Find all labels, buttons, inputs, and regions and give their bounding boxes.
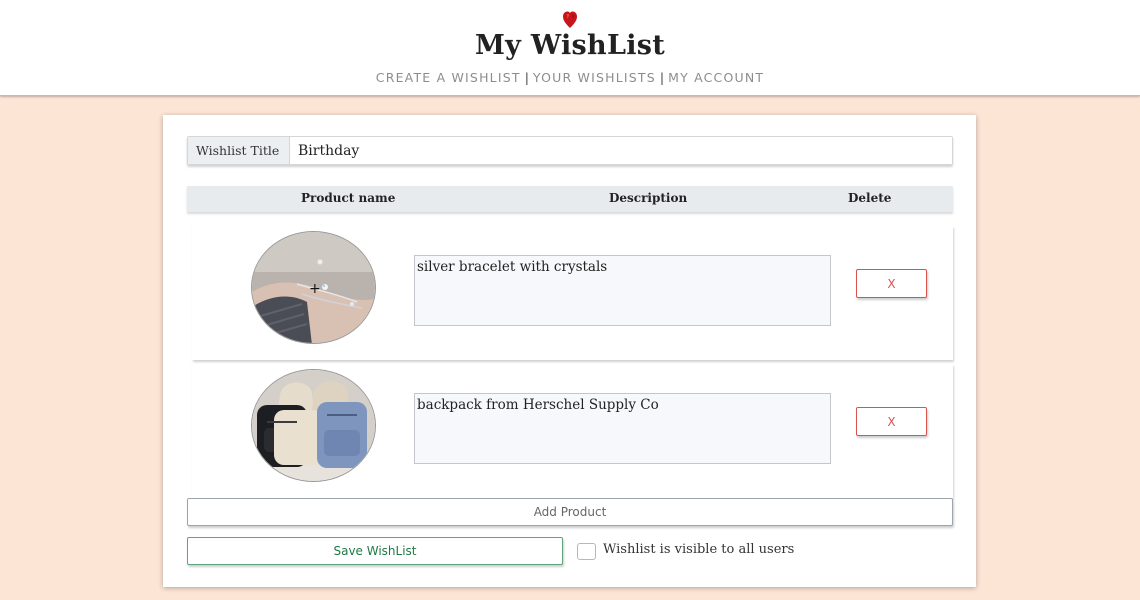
wishlist-form-card: Wishlist Title Product name Description … bbox=[163, 115, 976, 587]
site-header: My WishList CREATE A WISHLIST | YOUR WISHL… bbox=[0, 0, 1140, 96]
site-title: My WishList bbox=[474, 30, 666, 61]
product-image-backpack[interactable] bbox=[251, 369, 376, 482]
save-wishlist-button[interactable]: Save WishList bbox=[187, 537, 563, 565]
product-image-bracelet[interactable]: + bbox=[251, 231, 376, 344]
nav-create-wishlist[interactable]: CREATE A WISHLIST bbox=[376, 70, 521, 85]
product-description-input[interactable]: silver bracelet with crystals bbox=[414, 255, 831, 326]
column-header-description: Description bbox=[609, 191, 688, 205]
nav-my-account[interactable]: MY ACCOUNT bbox=[668, 70, 764, 85]
visibility-checkbox[interactable] bbox=[577, 543, 596, 560]
wishlist-title-label: Wishlist Title bbox=[188, 137, 290, 164]
column-header-delete: Delete bbox=[848, 191, 892, 205]
svg-text:+: + bbox=[309, 281, 321, 297]
wishlist-title-group: Wishlist Title bbox=[187, 136, 953, 165]
nav-your-wishlists[interactable]: YOUR WISHLISTS bbox=[533, 70, 656, 85]
product-row: + silver bracelet with crystals X bbox=[192, 226, 953, 360]
wishlist-title-input[interactable] bbox=[290, 137, 952, 164]
product-row: backpack from Herschel Supply Co X bbox=[192, 364, 953, 498]
main-nav: CREATE A WISHLIST | YOUR WISHLISTS | MY ACCO… bbox=[0, 70, 1140, 85]
product-description-input[interactable]: backpack from Herschel Supply Co bbox=[414, 393, 831, 464]
nav-separator: | bbox=[659, 70, 665, 85]
visibility-label: Wishlist is visible to all users bbox=[603, 542, 795, 557]
backpacks-photo bbox=[252, 370, 375, 481]
products-table-header: Product name Description Delete bbox=[187, 186, 953, 212]
silver-bracelet-photo: + bbox=[252, 232, 375, 343]
nav-separator: | bbox=[524, 70, 529, 85]
delete-product-button[interactable]: X bbox=[856, 407, 927, 436]
delete-product-button[interactable]: X bbox=[856, 269, 927, 298]
heart-logo-icon bbox=[563, 11, 577, 28]
column-header-product-name: Product name bbox=[301, 191, 396, 205]
add-product-button[interactable]: Add Product bbox=[187, 498, 953, 526]
